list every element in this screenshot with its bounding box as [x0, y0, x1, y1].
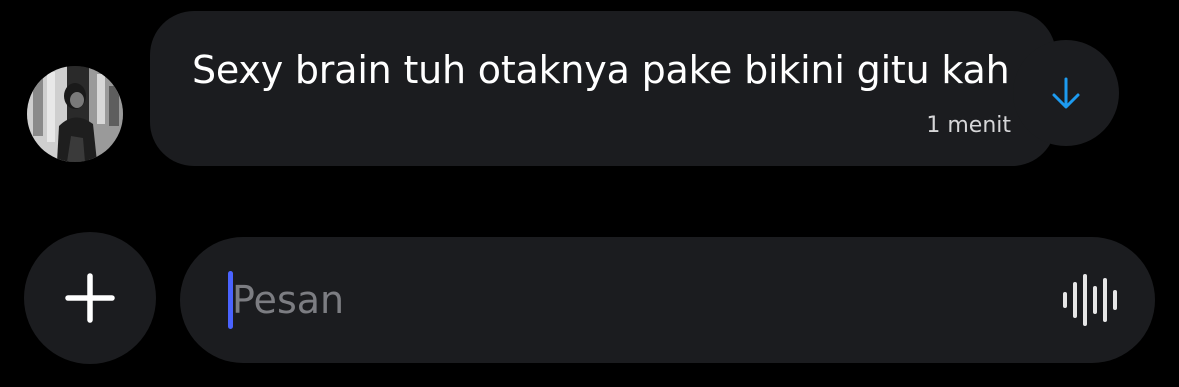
add-attachment-button[interactable]: [24, 232, 156, 364]
message-input[interactable]: [232, 270, 1032, 330]
message-timestamp: 1 menit: [926, 113, 1011, 138]
voice-message-button[interactable]: [1056, 267, 1126, 333]
incoming-message-bubble[interactable]: Sexy brain tuh otaknya pake bikini gitu …: [150, 11, 1056, 166]
message-composer[interactable]: [180, 237, 1155, 363]
arrow-down-icon: [1052, 77, 1080, 109]
waveform-icon: [1063, 274, 1117, 326]
dm-conversation-screen: Sexy brain tuh otaknya pake bikini gitu …: [0, 0, 1179, 387]
scroll-to-bottom-button[interactable]: [1013, 40, 1119, 146]
avatar-photo: [27, 66, 123, 162]
plus-icon: [65, 273, 115, 323]
sender-avatar[interactable]: [27, 66, 123, 162]
message-text: Sexy brain tuh otaknya pake bikini gitu …: [192, 48, 1010, 92]
